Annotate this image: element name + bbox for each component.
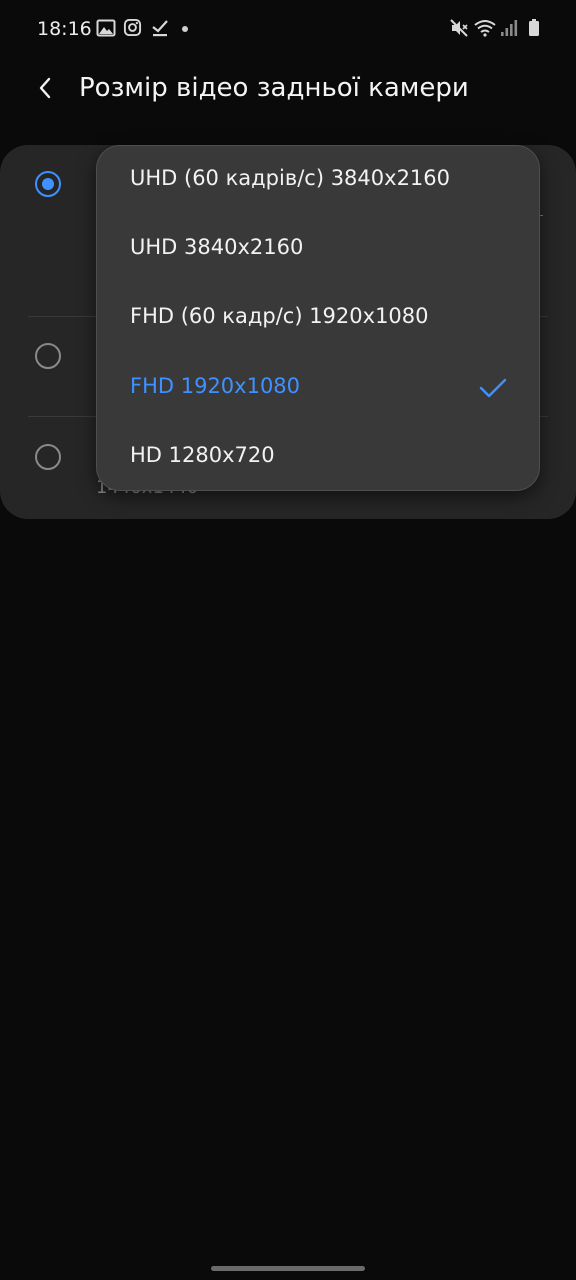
home-indicator[interactable]	[211, 1266, 365, 1271]
menu-item-uhd[interactable]: UHD 3840x2160	[97, 215, 539, 284]
checkmark-icon	[479, 378, 507, 398]
menu-item-label: FHD (60 кадр/с) 1920x1080	[130, 304, 429, 328]
menu-item-label: UHD (60 кадрів/с) 3840x2160	[130, 166, 451, 190]
status-bar: 18:16	[0, 0, 576, 60]
menu-item-label: FHD 1920x1080	[130, 374, 301, 398]
wifi-icon	[474, 20, 496, 37]
menu-item-label: HD 1280x720	[130, 443, 275, 467]
download-done-icon	[152, 20, 168, 37]
mute-icon	[450, 19, 468, 37]
instagram-icon	[123, 18, 142, 37]
radio-option-3[interactable]	[35, 444, 61, 470]
page-title: Розмір відео задньої камери	[79, 73, 469, 103]
notification-dot	[182, 26, 188, 32]
menu-item-hd[interactable]: HD 1280x720	[97, 423, 539, 492]
radio-option-2[interactable]	[35, 343, 61, 369]
menu-item-fhd[interactable]: FHD 1920x1080	[97, 354, 539, 423]
screen: 18:16 Розмір відео задньої камери UHD (6…	[0, 0, 576, 1280]
battery-icon	[529, 19, 539, 36]
signal-icon	[501, 20, 518, 36]
radio-option-1[interactable]	[35, 171, 61, 197]
menu-item-label: UHD 3840x2160	[130, 235, 304, 259]
resolution-popup-menu: UHD (60 кадрів/с) 3840x2160 UHD 3840x216…	[96, 145, 540, 491]
menu-item-fhd-60[interactable]: FHD (60 кадр/с) 1920x1080	[97, 284, 539, 353]
back-button[interactable]	[24, 68, 68, 112]
chevron-left-icon	[39, 77, 51, 99]
gallery-icon	[96, 19, 116, 37]
status-time: 18:16	[37, 18, 92, 40]
menu-item-uhd-60[interactable]: UHD (60 кадрів/с) 3840x2160	[97, 146, 539, 215]
app-bar: Розмір відео задньої камери	[0, 60, 576, 124]
